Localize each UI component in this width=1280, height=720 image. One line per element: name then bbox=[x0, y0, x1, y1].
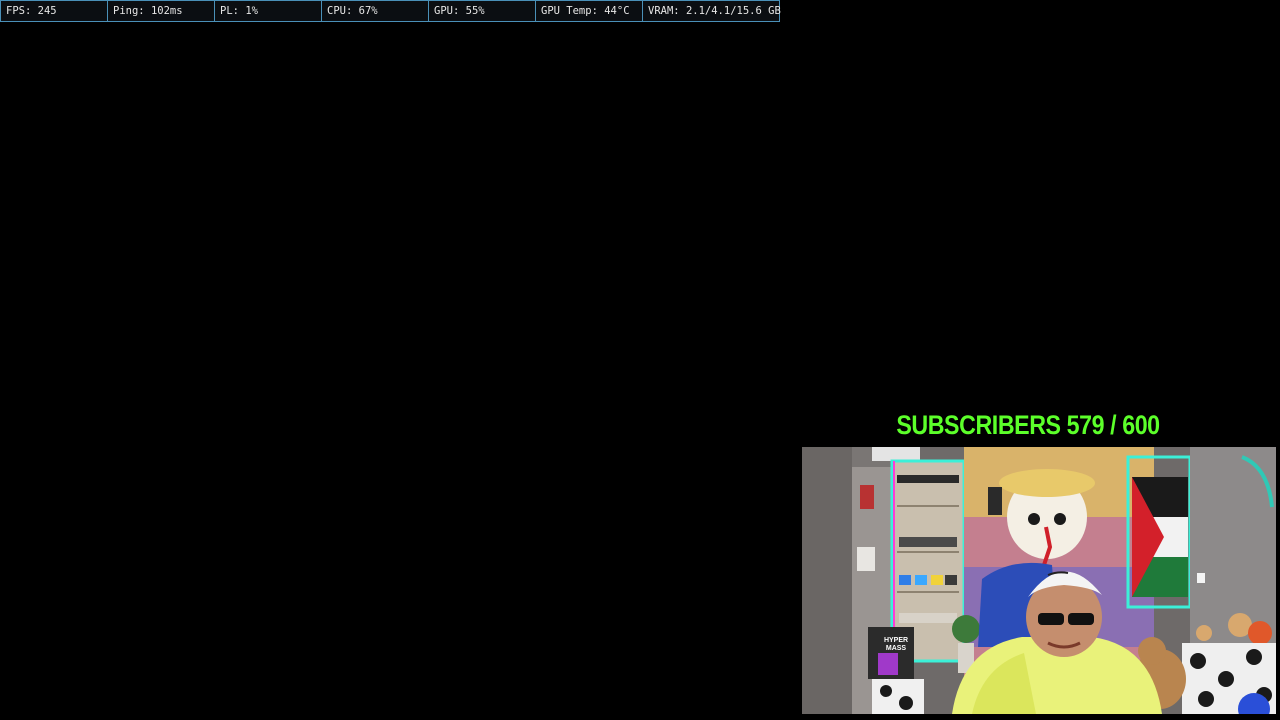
subscriber-goal: SUBSCRIBERS 579 / 600 bbox=[834, 410, 1223, 441]
supplement-bag-text: HYPER MASS bbox=[883, 637, 909, 652]
webcam-scene bbox=[802, 447, 1276, 714]
performance-overlay: FPS: 245 Ping: 102ms PL: 1% CPU: 67% GPU… bbox=[0, 0, 781, 22]
flag bbox=[1132, 477, 1188, 597]
ping-readout: Ping: 102ms bbox=[108, 1, 215, 21]
subscriber-goal-target: 600 bbox=[1122, 410, 1160, 440]
gpu-temp-label: GPU Temp bbox=[541, 5, 592, 17]
air-conditioner bbox=[872, 447, 920, 461]
fps-label: FPS bbox=[6, 5, 25, 17]
subscriber-goal-label: SUBSCRIBERS bbox=[896, 410, 1061, 440]
game-viewport: FPS: 245 Ping: 102ms PL: 1% CPU: 67% GPU… bbox=[0, 0, 1280, 720]
vram-readout: VRAM: 2.1/4.1/15.6 GB bbox=[648, 5, 781, 17]
cpu-readout: CPU: 67% bbox=[322, 1, 429, 21]
gpu-temp-readout: GPU Temp: 44°C bbox=[536, 1, 643, 21]
ping-value: 102ms bbox=[150, 5, 183, 17]
plant bbox=[952, 615, 980, 643]
cpu-label: CPU bbox=[327, 5, 346, 17]
subscriber-goal-current: 579 bbox=[1066, 410, 1105, 440]
packet-loss-value: 1% bbox=[245, 5, 258, 17]
cpu-value: 67% bbox=[358, 5, 378, 17]
gpu-temp-value: 44°C bbox=[604, 5, 630, 17]
gpu-readout: GPU: 55% bbox=[429, 1, 536, 21]
sunglasses bbox=[1038, 613, 1064, 625]
fps-value: 245 bbox=[37, 5, 57, 17]
gpu-value: 55% bbox=[465, 5, 485, 17]
vram-value: 2.1/4.1/15.6 GB bbox=[685, 5, 781, 17]
fps-readout: FPS: 245 bbox=[1, 1, 108, 21]
vram-label: VRAM bbox=[648, 5, 674, 17]
gpu-label: GPU bbox=[434, 5, 453, 17]
packet-loss-readout: PL: 1% bbox=[215, 1, 322, 21]
packet-loss-label: PL bbox=[220, 5, 233, 17]
webcam-feed: HYPER MASS bbox=[802, 447, 1276, 714]
phone-booth-model bbox=[860, 485, 874, 509]
subscriber-goal-separator: / bbox=[1110, 410, 1117, 440]
ping-label: Ping bbox=[113, 5, 139, 17]
